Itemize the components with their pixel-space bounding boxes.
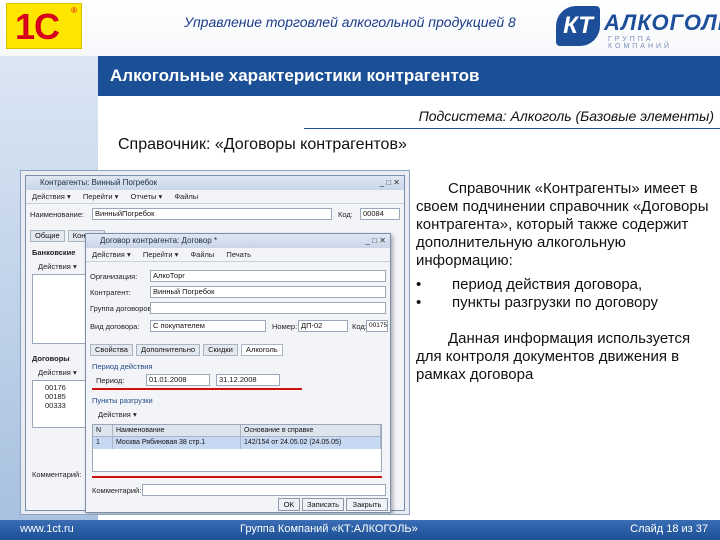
comment-field[interactable] xyxy=(142,484,386,496)
contracts-actions[interactable]: Действия ▾ xyxy=(38,368,77,377)
toolbar-print[interactable]: Печать xyxy=(226,250,251,259)
unload-highlight-line xyxy=(92,476,382,478)
slide-title-bar: Алкогольные характеристики контрагентов xyxy=(98,56,720,96)
bullet-text: период действия договора, xyxy=(452,276,643,293)
contract-window-titlebar: Договор контрагента: Договор * _ □ ✕ xyxy=(86,234,390,248)
org-field[interactable]: АлкоТорг xyxy=(150,270,386,282)
ok-button[interactable]: OK xyxy=(278,498,300,511)
header: 1С ® Управление торговлей алкогольной пр… xyxy=(0,0,720,56)
period-label: Период: xyxy=(96,376,125,385)
period-highlight-line xyxy=(92,388,302,390)
inner-code-label: Код: xyxy=(352,322,367,331)
logo-1c: 1С ® xyxy=(6,3,82,49)
outer-comment-label: Комментарий: xyxy=(32,470,82,479)
unload-group-label: Пункты разгрузки xyxy=(92,396,153,405)
toolbar-goto[interactable]: Перейти ▾ xyxy=(143,250,179,259)
description-p2: Данная информация используется для контр… xyxy=(416,330,691,383)
bullet-icon: • xyxy=(416,294,422,311)
code-label: Код: xyxy=(338,210,353,219)
app-title: Управление торговлей алкогольной продукц… xyxy=(184,14,516,30)
contract-window-title: Договор контрагента: Договор * xyxy=(100,236,218,245)
toolbar-reports[interactable]: Отчеты ▾ xyxy=(130,192,162,201)
contract-window: Договор контрагента: Договор * _ □ ✕ Дей… xyxy=(85,233,391,513)
col-basis: Основание в справке xyxy=(241,425,381,436)
bank-grid[interactable] xyxy=(32,274,86,344)
period-from-field[interactable]: 01.01.2008 xyxy=(146,374,210,386)
directory-label: Справочник: «Договоры контрагентов» xyxy=(118,136,407,153)
logo-kt-mark: КТ xyxy=(556,6,600,46)
contractor-toolbar: Действия ▾ Перейти ▾ Отчеты ▾ Файлы xyxy=(26,190,404,204)
bullet-item: • период действия договора, xyxy=(416,276,714,294)
toolbar-actions[interactable]: Действия ▾ xyxy=(92,250,131,259)
subsystem-label: Подсистема: Алкоголь (Базовые элементы) xyxy=(418,108,714,124)
footer-company: Группа Компаний «КТ:АЛКОГОЛЬ» xyxy=(240,523,418,535)
write-button[interactable]: Записать xyxy=(302,498,344,511)
contract-tabs: Свойства Дополнительно Скидки Алкоголь xyxy=(90,344,284,356)
logo-1c-reg: ® xyxy=(71,6,77,15)
kind-field[interactable]: С покупателем xyxy=(150,320,266,332)
description: Справочник «Контрагенты» имеет в своем п… xyxy=(416,180,714,390)
logo-kt: КТ АЛКОГОЛЬ ГРУППА КОМПАНИЙ xyxy=(556,6,720,50)
table-row[interactable]: 1 Москва Рябиновая 38 стр.1 142/154 от 2… xyxy=(93,437,381,449)
toolbar-actions[interactable]: Действия ▾ xyxy=(32,192,71,201)
toolbar-files[interactable]: Файлы xyxy=(174,192,198,201)
inner-comment-label: Комментарий: xyxy=(92,486,142,495)
number-field[interactable]: ДП-02 xyxy=(298,320,348,332)
app-screenshot: Контрагенты: Винный Погребок _ □ ✕ Дейст… xyxy=(20,170,410,515)
cell-name: Москва Рябиновая 38 стр.1 xyxy=(113,437,241,449)
col-name: Наименование xyxy=(113,425,241,436)
footer-slide-number: Слайд 18 из 37 xyxy=(630,523,708,535)
name-field[interactable]: ВинныйПогребок xyxy=(92,208,332,220)
contracts-grid[interactable]: 00176 00185 00333 xyxy=(32,380,86,428)
name-label: Наименование: xyxy=(30,210,85,219)
kind-label: Вид договора: xyxy=(90,322,140,331)
slide-title: Алкогольные характеристики контрагентов xyxy=(110,66,480,85)
logo-1c-text: 1С xyxy=(15,6,60,47)
bullet-item: • пункты разгрузки по договору xyxy=(416,294,714,312)
tab-additional[interactable]: Дополнительно xyxy=(136,344,201,356)
code-field[interactable]: 00084 xyxy=(360,208,400,220)
unload-toolbar: Действия ▾ xyxy=(92,408,382,422)
footer: www.1ct.ru Группа Компаний «КТ:АЛКОГОЛЬ»… xyxy=(0,520,720,540)
tab-alcohol[interactable]: Алкоголь xyxy=(240,344,283,356)
description-p1: Справочник «Контрагенты» имеет в своем п… xyxy=(416,180,709,269)
tab-discounts[interactable]: Скидки xyxy=(203,344,238,356)
tab-general[interactable]: Общие xyxy=(30,230,65,242)
bullet-icon: • xyxy=(416,276,422,293)
cell-n: 1 xyxy=(93,437,113,449)
number-label: Номер: xyxy=(272,322,298,331)
logo-kt-sub: ГРУППА КОМПАНИЙ xyxy=(608,36,673,50)
period-to-field[interactable]: 31.12.2008 xyxy=(216,374,280,386)
contractor-window-title: Контрагенты: Винный Погребок xyxy=(40,178,158,187)
contracts-label: Договоры xyxy=(32,354,70,363)
unload-grid-header: N Наименование Основание в справке xyxy=(93,425,381,437)
group-field[interactable] xyxy=(150,302,386,314)
bullet-text: пункты разгрузки по договору xyxy=(452,294,659,311)
period-group-label: Период действия xyxy=(92,362,153,371)
col-n: N xyxy=(93,425,113,436)
contract-toolbar: Действия ▾ Перейти ▾ Файлы Печать xyxy=(86,248,390,262)
tab-properties[interactable]: Свойства xyxy=(90,344,133,356)
subsystem-divider xyxy=(304,128,720,129)
group-label: Группа договоров: xyxy=(90,304,154,313)
contractor-label: Контрагент: xyxy=(90,288,131,297)
logo-kt-name: АЛКОГОЛЬ xyxy=(604,10,720,35)
bank-label: Банковские xyxy=(32,248,76,257)
toolbar-goto[interactable]: Перейти ▾ xyxy=(83,192,119,201)
toolbar-actions[interactable]: Действия ▾ xyxy=(98,410,137,419)
window-controls-icon[interactable]: _ □ ✕ xyxy=(366,234,386,248)
unload-grid[interactable]: N Наименование Основание в справке 1 Мос… xyxy=(92,424,382,472)
close-button[interactable]: Закрыть xyxy=(346,498,388,511)
org-label: Организация: xyxy=(90,272,138,281)
cell-basis: 142/154 от 24.05.02 (24.05.05) xyxy=(241,437,381,449)
toolbar-files[interactable]: Файлы xyxy=(190,250,214,259)
contractor-window-titlebar: Контрагенты: Винный Погребок _ □ ✕ xyxy=(26,176,404,190)
footer-site[interactable]: www.1ct.ru xyxy=(20,523,74,535)
bank-actions[interactable]: Действия ▾ xyxy=(38,262,77,271)
inner-code-field[interactable]: 00175 xyxy=(366,320,388,332)
window-controls-icon[interactable]: _ □ ✕ xyxy=(380,176,400,190)
contractor-field[interactable]: Винный Погребок xyxy=(150,286,386,298)
